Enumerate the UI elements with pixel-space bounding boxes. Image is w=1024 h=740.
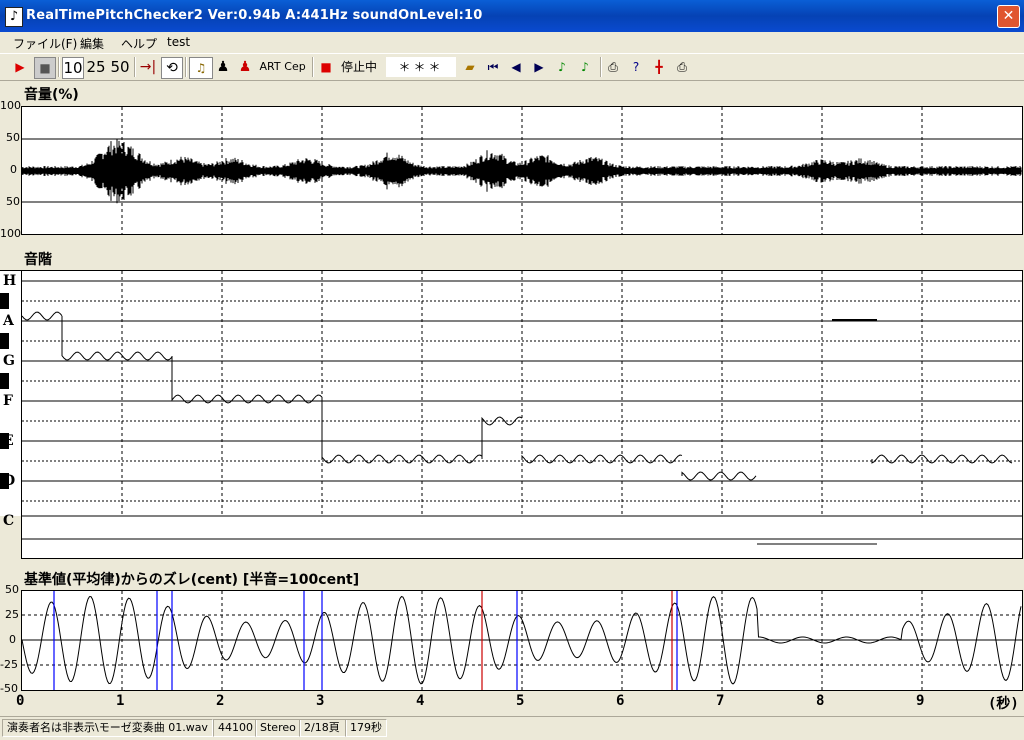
- time-tick: 6: [616, 693, 625, 709]
- scale-plot: [21, 270, 1023, 559]
- status-text: 停止中: [340, 60, 377, 74]
- note-green-icon[interactable]: ♪: [553, 57, 571, 77]
- black-key: [0, 373, 9, 389]
- time-tick: 4: [416, 693, 425, 709]
- cent-tick: -25: [0, 658, 18, 671]
- menu-bar: ファイル(F) 編集 ヘルプ test: [0, 32, 1024, 52]
- title-bar: ♪ RealTimePitchChecker2 Ver:0.94b A:441H…: [0, 0, 1024, 32]
- play-button[interactable]: ▶: [10, 57, 30, 77]
- deviation-plot: [21, 590, 1023, 691]
- time-tick: 7: [716, 693, 725, 709]
- black-key: [0, 433, 9, 449]
- cent-tick: 25: [5, 608, 19, 621]
- help-icon[interactable]: ?: [627, 57, 645, 77]
- volume-tick: 100: [0, 99, 21, 112]
- cent-tick: 50: [5, 583, 19, 596]
- volume-tick: 0: [10, 163, 17, 176]
- piano-keyboard: HAGFEDC: [0, 270, 21, 529]
- loop-icon[interactable]: ⟲: [161, 57, 183, 79]
- volume-panel-title: 音量(%): [24, 87, 79, 103]
- person-icon[interactable]: ♟: [214, 57, 232, 77]
- close-button[interactable]: ✕: [997, 5, 1020, 28]
- volume-tick: 100: [0, 227, 21, 240]
- art-button[interactable]: ART: [258, 57, 282, 77]
- time-tick: 9: [916, 693, 925, 709]
- first-page-icon[interactable]: ⏮: [484, 57, 502, 77]
- menu-file[interactable]: ファイル(F): [13, 35, 77, 52]
- note-label: G: [3, 353, 15, 369]
- note-display: ＊＊＊: [386, 57, 456, 77]
- record-icon[interactable]: ■: [318, 57, 334, 77]
- print-icon[interactable]: ⎙: [604, 57, 622, 77]
- menu-edit[interactable]: 編集: [80, 35, 104, 52]
- note-green-2-icon[interactable]: ♪: [576, 57, 594, 77]
- pitch-contour: [22, 311, 1013, 481]
- black-key: [0, 293, 9, 309]
- person-red-icon[interactable]: ♟: [236, 57, 254, 77]
- time-unit: (秒): [988, 696, 1019, 712]
- time-axis: (秒) 0 1 2 3 4 5 6 7 8 9: [0, 692, 1024, 714]
- scale-panel-title: 音階: [24, 252, 52, 268]
- app-icon: ♪: [5, 7, 23, 27]
- time-tick: 1: [116, 693, 125, 709]
- black-key: [0, 473, 9, 489]
- next-page-icon[interactable]: ▶: [530, 57, 548, 77]
- window-title: RealTimePitchChecker2 Ver:0.94b A:441Hz …: [26, 8, 483, 23]
- menu-help[interactable]: ヘルプ: [121, 35, 157, 52]
- cent-tick: 0: [9, 633, 16, 646]
- jump-end-icon[interactable]: →|: [138, 57, 158, 77]
- print-2-icon[interactable]: ⎙: [673, 57, 691, 77]
- zoom-25-button[interactable]: 25: [86, 57, 106, 77]
- note-label: F: [3, 393, 13, 409]
- time-tick: 5: [516, 693, 525, 709]
- note-label: A: [3, 313, 14, 329]
- black-key: [0, 333, 9, 349]
- toolbar: ▶ ■ 10 25 50 →| ⟲ ♫ ♟ ♟ ART Cep ■ 停止中 ＊＊…: [0, 53, 1024, 81]
- violin-icon[interactable]: ♫: [189, 57, 213, 79]
- deviation-panel-title: 基準値(平均律)からのズレ(cent) [半音=100cent]: [24, 572, 360, 588]
- status-file: 演奏者名は非表示\モーゼ変奏曲 01.wav: [2, 719, 213, 737]
- marker-icon[interactable]: ╋: [650, 57, 668, 77]
- prev-page-icon[interactable]: ◀: [507, 57, 525, 77]
- time-tick: 2: [216, 693, 225, 709]
- time-tick: 0: [16, 693, 25, 709]
- status-bar: 演奏者名は非表示\モーゼ変奏曲 01.wav 44100 Stereo 2/18…: [0, 716, 1024, 739]
- status-duration: 179秒: [345, 719, 387, 737]
- note-label: H: [3, 273, 17, 289]
- stop-button[interactable]: ■: [34, 57, 56, 79]
- volume-plot: [21, 106, 1023, 235]
- time-tick: 3: [316, 693, 325, 709]
- volume-tick: 50: [6, 131, 20, 144]
- note-label: C: [3, 513, 15, 529]
- cep-button[interactable]: Cep: [283, 57, 307, 77]
- status-rate: 44100: [213, 719, 257, 737]
- zoom-10-button[interactable]: 10: [62, 57, 84, 79]
- time-tick: 8: [816, 693, 825, 709]
- zoom-50-button[interactable]: 50: [110, 57, 130, 77]
- volume-tick: 50: [6, 195, 20, 208]
- status-channels: Stereo: [255, 719, 301, 737]
- status-page: 2/18頁: [299, 719, 347, 737]
- open-folder-icon[interactable]: ▰: [461, 57, 479, 77]
- menu-test[interactable]: test: [167, 35, 190, 49]
